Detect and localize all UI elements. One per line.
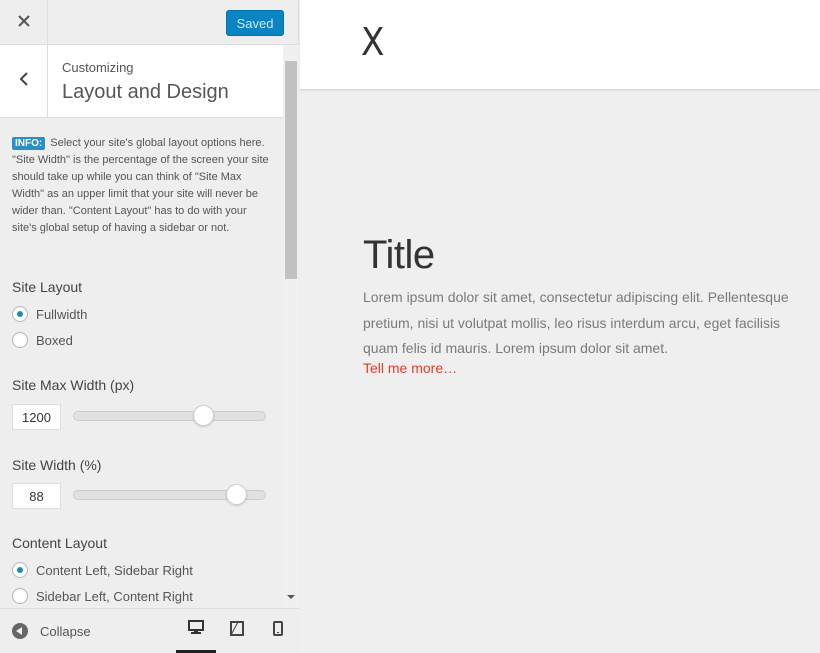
radio-label: Fullwidth: [36, 306, 88, 322]
preview-tablet-button[interactable]: [217, 609, 257, 653]
radio-button[interactable]: [12, 332, 28, 348]
scrollbar-thumb[interactable]: [285, 61, 297, 279]
radio-button[interactable]: [12, 588, 28, 604]
read-more-link[interactable]: Tell me more…: [363, 360, 457, 376]
radio-boxed[interactable]: Boxed: [12, 332, 73, 348]
sidebar-scrollbar[interactable]: [283, 45, 299, 608]
tablet-icon: [230, 621, 244, 641]
customizer-sidebar: Saved Customizing Layout and Design INFO…: [0, 0, 299, 653]
preview-mobile-button[interactable]: [258, 609, 298, 653]
close-customizer-button[interactable]: [0, 0, 48, 45]
site-preview: X Title Lorem ipsum dolor sit amet, cons…: [300, 0, 820, 653]
collapse-icon: [12, 623, 28, 639]
info-description: INFO: Select your site's global layout o…: [12, 135, 270, 237]
section-title: Layout and Design: [62, 81, 229, 103]
collapse-label: Collapse: [40, 623, 91, 639]
site-max-width-input[interactable]: 1200: [12, 404, 61, 430]
radio-label: Content Left, Sidebar Right: [36, 562, 193, 578]
chevron-left-icon: [19, 71, 29, 91]
site-width-slider-handle[interactable]: [226, 484, 248, 505]
breadcrumb-label: Customizing: [62, 60, 134, 75]
customizer-footer: Collapse: [0, 608, 299, 653]
site-width-input[interactable]: 88: [12, 483, 61, 509]
radio-button[interactable]: [12, 306, 28, 322]
save-button[interactable]: Saved: [226, 10, 284, 36]
radio-sidebar-left[interactable]: Sidebar Left, Content Right: [12, 588, 193, 604]
radio-content-left[interactable]: Content Left, Sidebar Right: [12, 562, 193, 578]
info-text: Select your site's global layout options…: [12, 137, 269, 234]
scroll-up-arrow[interactable]: [283, 48, 299, 58]
section-header: Customizing Layout and Design: [0, 45, 283, 118]
radio-label: Boxed: [36, 332, 73, 348]
customizer-topbar: Saved: [0, 0, 298, 45]
site-layout-title: Site Layout: [12, 279, 83, 295]
site-max-width-slider-handle[interactable]: [193, 405, 215, 426]
collapse-button[interactable]: Collapse: [12, 609, 91, 653]
mobile-icon: [273, 621, 283, 641]
post-title: Title: [363, 233, 435, 277]
radio-label: Sidebar Left, Content Right: [36, 588, 193, 604]
desktop-icon: [188, 619, 204, 640]
content-layout-title: Content Layout: [12, 535, 107, 551]
preview-desktop-button[interactable]: [176, 609, 216, 653]
close-icon: [17, 14, 30, 32]
site-max-width-title: Site Max Width (px): [12, 377, 135, 393]
back-button[interactable]: [0, 45, 48, 117]
radio-fullwidth[interactable]: Fullwidth: [12, 306, 87, 322]
site-max-width-slider[interactable]: [73, 411, 266, 421]
info-badge: INFO:: [12, 137, 46, 150]
site-header: X: [300, 0, 820, 90]
radio-button[interactable]: [12, 562, 28, 578]
site-width-title: Site Width (%): [12, 457, 102, 473]
site-logo[interactable]: X: [361, 20, 384, 64]
post-excerpt: Lorem ipsum dolor sit amet, consectetur …: [363, 289, 789, 356]
scroll-down-arrow-icon[interactable]: [287, 595, 295, 599]
